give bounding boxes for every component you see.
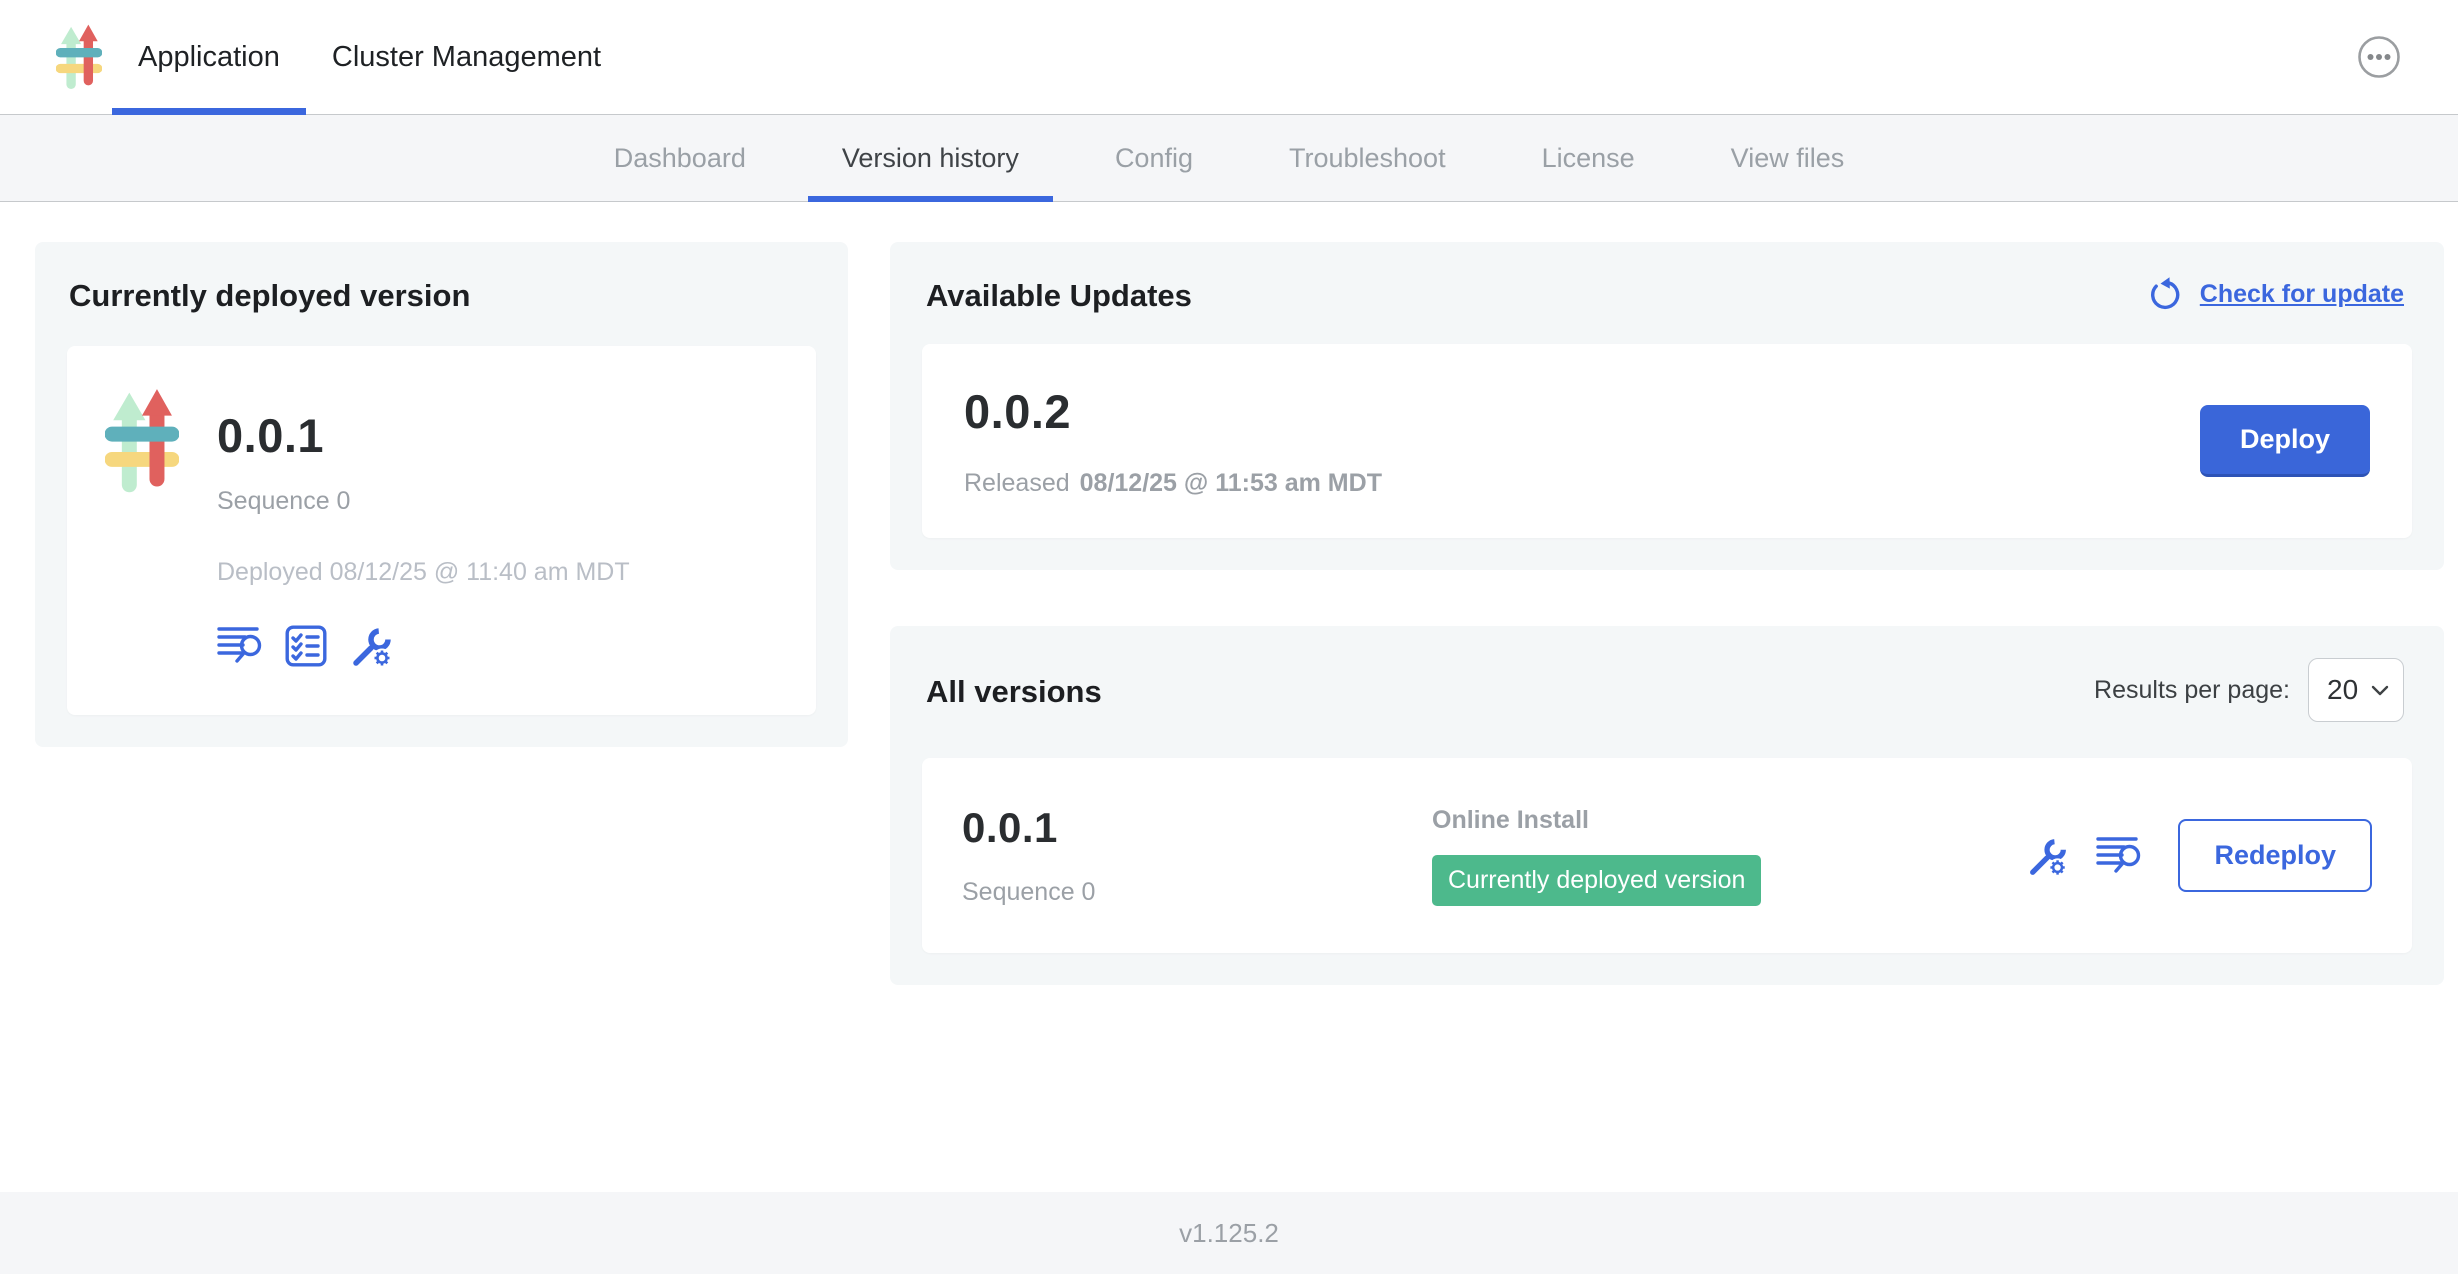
- subnav-tab-label: Config: [1115, 143, 1193, 174]
- top-tab-label: Application: [138, 41, 280, 74]
- released-date: 08/12/25 @ 11:53 am MDT: [1080, 469, 1382, 497]
- app-icon: [105, 388, 179, 669]
- update-info: 0.0.2 Released 08/12/25 @ 11:53 am MDT: [964, 384, 1382, 498]
- available-update-row: 0.0.2 Released 08/12/25 @ 11:53 am MDT De…: [922, 344, 2412, 538]
- available-updates-card: Available Updates Check for update: [890, 242, 2444, 570]
- row-version-info: 0.0.1 Sequence 0: [962, 804, 1432, 907]
- view-logs-icon[interactable]: [2096, 835, 2142, 877]
- currently-deployed-title: Currently deployed version: [69, 278, 814, 314]
- edit-config-icon[interactable]: [2026, 834, 2070, 878]
- currently-deployed-card: Currently deployed version 0.0: [35, 242, 848, 747]
- version-row: 0.0.1 Sequence 0 Online Install Currentl…: [922, 758, 2412, 953]
- right-column: Available Updates Check for update: [890, 242, 2444, 985]
- deployed-sequence: Sequence 0: [217, 487, 630, 516]
- app-header: Application Cluster Management: [0, 0, 2458, 115]
- currently-deployed-badge: Currently deployed version: [1432, 855, 1761, 906]
- edit-config-icon[interactable]: [349, 623, 395, 669]
- deployed-version-panel: 0.0.1 Sequence 0 Deployed 08/12/25 @ 11:…: [67, 346, 816, 715]
- refresh-icon: [2148, 276, 2184, 312]
- released-prefix: Released: [964, 469, 1070, 497]
- app-footer: v1.125.2: [0, 1192, 2458, 1274]
- preflight-checks-icon[interactable]: [285, 625, 327, 667]
- subnav-tab-label: License: [1542, 143, 1635, 174]
- top-tab-label: Cluster Management: [332, 41, 601, 74]
- update-released-timestamp: Released 08/12/25 @ 11:53 am MDT: [964, 469, 1382, 498]
- deploy-button[interactable]: Deploy: [2200, 405, 2370, 477]
- chevron-down-icon: [2371, 685, 2389, 696]
- row-actions: Redeploy: [2026, 819, 2372, 892]
- deployed-version-info: 0.0.1 Sequence 0 Deployed 08/12/25 @ 11:…: [217, 388, 630, 669]
- app-logo-icon: [56, 23, 102, 91]
- main-content: Currently deployed version 0.0: [0, 202, 2458, 1192]
- check-for-update-link[interactable]: Check for update: [2148, 276, 2404, 312]
- subnav-tab-license[interactable]: License: [1508, 115, 1669, 201]
- app-subnav: Dashboard Version history Config Trouble…: [0, 115, 2458, 202]
- deployed-version-actions: [217, 623, 630, 669]
- install-type-label: Online Install: [1432, 806, 2026, 835]
- top-nav: Application Cluster Management: [112, 0, 627, 114]
- ellipsis-icon: [2356, 68, 2402, 83]
- admin-console: Application Cluster Management Dashboard…: [0, 0, 2458, 1274]
- redeploy-button[interactable]: Redeploy: [2178, 819, 2372, 892]
- subnav-tab-label: View files: [1731, 143, 1845, 174]
- subnav-tab-troubleshoot[interactable]: Troubleshoot: [1255, 115, 1480, 201]
- deployed-version-number: 0.0.1: [217, 408, 630, 463]
- view-logs-icon[interactable]: [217, 625, 263, 667]
- more-menu-button[interactable]: [2356, 34, 2402, 80]
- row-sequence: Sequence 0: [962, 878, 1432, 907]
- row-status-info: Online Install Currently deployed versio…: [1432, 806, 2026, 906]
- results-per-page-value: 20: [2327, 674, 2358, 706]
- subnav-tab-version-history[interactable]: Version history: [808, 115, 1053, 201]
- all-versions-title: All versions: [926, 674, 1102, 710]
- check-for-update-label: Check for update: [2200, 280, 2404, 309]
- subnav-tab-label: Dashboard: [614, 143, 746, 174]
- deployed-timestamp: Deployed 08/12/25 @ 11:40 am MDT: [217, 558, 630, 587]
- results-per-page-select[interactable]: 20: [2308, 658, 2404, 722]
- row-version-number: 0.0.1: [962, 804, 1432, 852]
- console-version: v1.125.2: [1179, 1218, 1279, 1249]
- subnav-tab-dashboard[interactable]: Dashboard: [580, 115, 780, 201]
- results-per-page-label: Results per page:: [2094, 676, 2290, 705]
- subnav-tab-config[interactable]: Config: [1081, 115, 1227, 201]
- subnav-tab-label: Troubleshoot: [1289, 143, 1446, 174]
- subnav-tab-view-files[interactable]: View files: [1697, 115, 1879, 201]
- update-version-number: 0.0.2: [964, 384, 1382, 439]
- top-tab-application[interactable]: Application: [112, 0, 306, 114]
- available-updates-title: Available Updates: [926, 278, 1192, 314]
- all-versions-card: All versions Results per page: 20: [890, 626, 2444, 985]
- subnav-tab-label: Version history: [842, 143, 1019, 174]
- top-tab-cluster-management[interactable]: Cluster Management: [306, 0, 627, 114]
- results-per-page: Results per page: 20: [2094, 658, 2404, 722]
